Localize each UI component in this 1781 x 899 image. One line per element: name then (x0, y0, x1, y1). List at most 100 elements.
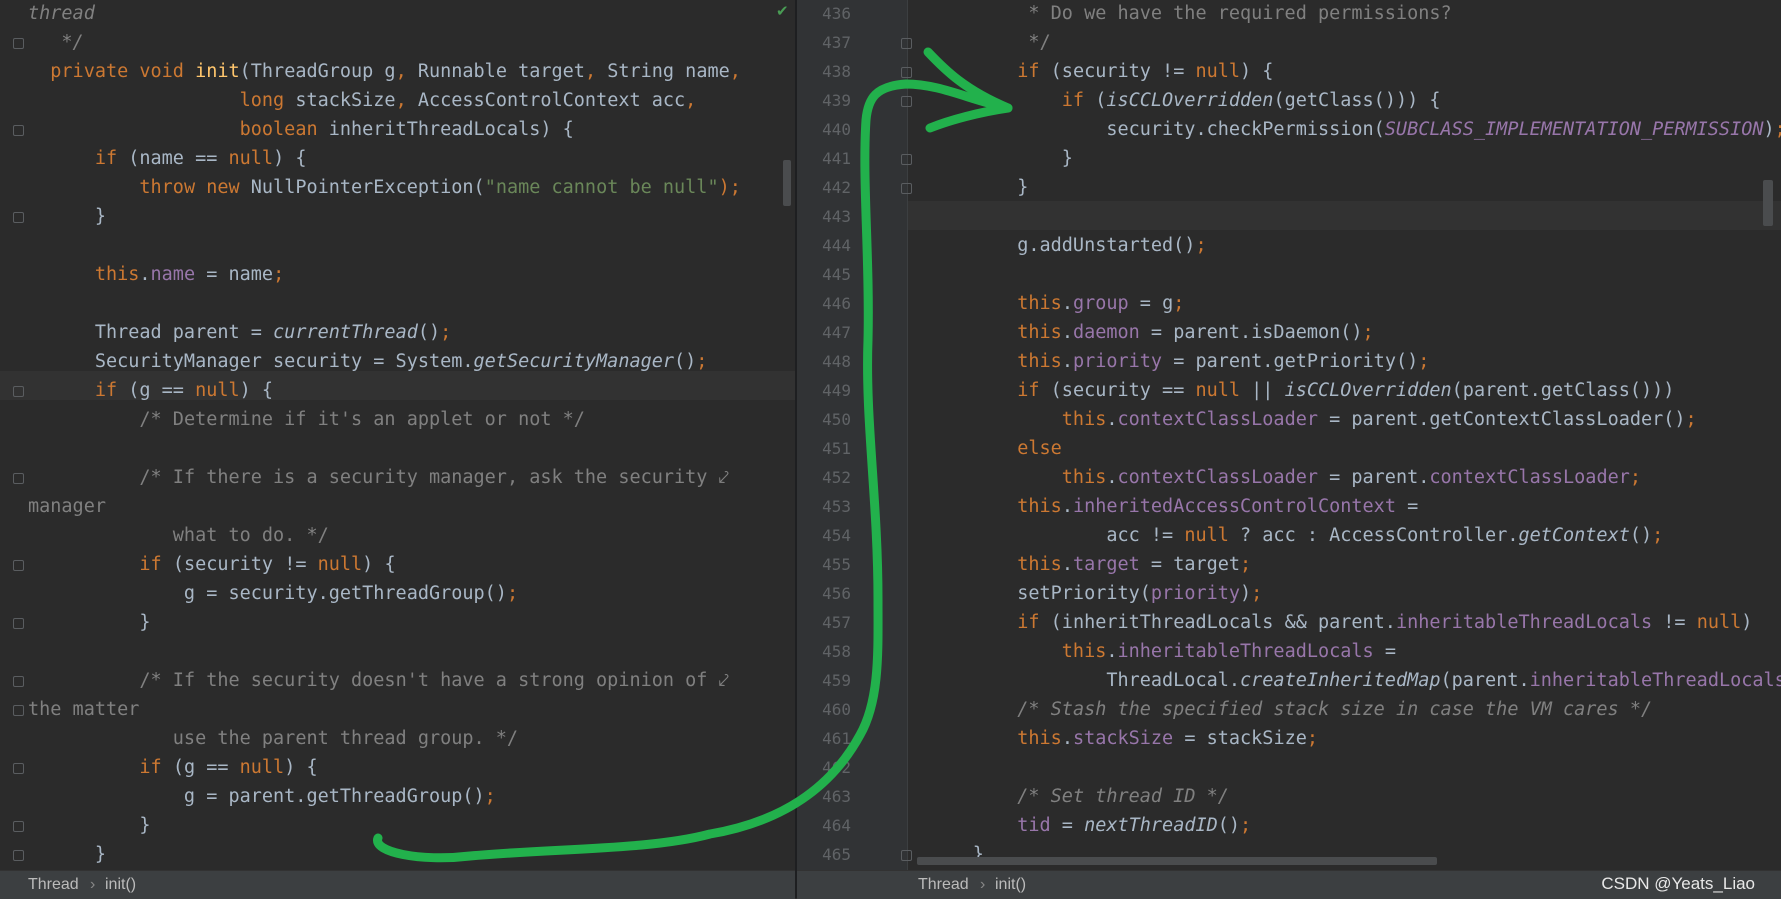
line-number[interactable]: 465 (805, 840, 851, 869)
fold-marker-icon[interactable] (901, 38, 912, 49)
code-line[interactable]: } (917, 144, 1073, 173)
code-line[interactable]: if (security != null) { (28, 550, 395, 579)
fold-marker-icon[interactable] (13, 473, 24, 484)
line-number[interactable]: 447 (805, 318, 851, 347)
fold-marker-icon[interactable] (13, 560, 24, 571)
inspection-ok-icon[interactable]: ✔ (776, 2, 789, 20)
code-line[interactable]: long stackSize, AccessControlContext acc… (28, 86, 697, 115)
code-line[interactable]: if (isCCLOverridden(getClass())) { (917, 86, 1441, 115)
code-line[interactable]: thread (28, 0, 95, 28)
fold-marker-icon[interactable] (13, 705, 24, 716)
line-number[interactable]: 454 (805, 521, 851, 550)
code-line[interactable]: this.priority = parent.getPriority(); (917, 347, 1429, 376)
line-number[interactable]: 440 (805, 115, 851, 144)
line-number[interactable]: 450 (805, 405, 851, 434)
code-line[interactable]: } (28, 608, 150, 637)
fold-marker-icon[interactable] (901, 154, 912, 165)
left-scrollbar-thumb[interactable] (783, 160, 791, 206)
code-line[interactable]: /* Determine if it's an applet or not */ (28, 405, 585, 434)
fold-marker-icon[interactable] (13, 850, 24, 861)
code-line[interactable]: g.addUnstarted(); (917, 231, 1206, 260)
line-number[interactable]: 449 (805, 376, 851, 405)
line-number[interactable]: 439 (805, 86, 851, 115)
code-line[interactable]: what to do. */ (28, 521, 329, 550)
line-number[interactable]: 443 (805, 202, 851, 231)
code-line[interactable]: manager (28, 492, 106, 521)
line-number[interactable]: 463 (805, 782, 851, 811)
line-number[interactable]: 445 (805, 260, 851, 289)
line-number[interactable]: 455 (805, 550, 851, 579)
line-number[interactable]: 448 (805, 347, 851, 376)
code-line[interactable]: if (g == null) { (28, 376, 273, 405)
code-line[interactable]: this.target = target; (917, 550, 1251, 579)
line-number[interactable]: 446 (805, 289, 851, 318)
code-line[interactable]: security.checkPermission(SUBCLASS_IMPLEM… (917, 115, 1781, 144)
code-line[interactable]: ThreadLocal.createInheritedMap(parent.in… (917, 666, 1781, 695)
line-number[interactable]: 460 (805, 695, 851, 724)
fold-marker-icon[interactable] (13, 212, 24, 223)
fold-marker-icon[interactable] (13, 676, 24, 687)
code-line[interactable]: */ (917, 28, 1050, 57)
code-line[interactable]: /* If the security doesn't have a strong… (28, 666, 729, 695)
fold-marker-icon[interactable] (901, 183, 912, 194)
breadcrumb-method[interactable]: init() (105, 871, 136, 899)
line-number[interactable]: 444 (805, 231, 851, 260)
code-line[interactable]: setPriority(priority); (917, 579, 1262, 608)
breadcrumb-class[interactable]: Thread (918, 871, 969, 899)
line-number[interactable]: 438 (805, 57, 851, 86)
line-number[interactable]: 456 (805, 579, 851, 608)
code-line[interactable]: this.inheritableThreadLocals = (917, 637, 1396, 666)
breadcrumb-method[interactable]: init() (995, 871, 1026, 899)
line-number[interactable]: 442 (805, 173, 851, 202)
code-line[interactable]: g = parent.getThreadGroup(); (28, 782, 496, 811)
fold-marker-icon[interactable] (13, 763, 24, 774)
code-line[interactable]: if (inheritThreadLocals && parent.inheri… (917, 608, 1752, 637)
fold-marker-icon[interactable] (13, 125, 24, 136)
code-line[interactable]: Thread parent = currentThread(); (28, 318, 451, 347)
code-line[interactable]: if (security != null) { (917, 57, 1273, 86)
line-number[interactable]: 462 (805, 753, 851, 782)
line-number[interactable]: 459 (805, 666, 851, 695)
code-line[interactable]: g = security.getThreadGroup(); (28, 579, 518, 608)
code-line[interactable]: this.name = name; (28, 260, 284, 289)
code-line[interactable]: /* If there is a security manager, ask t… (28, 463, 729, 492)
code-line[interactable]: this.contextClassLoader = parent.context… (917, 463, 1641, 492)
code-line[interactable]: if (name == null) { (28, 144, 307, 173)
line-number[interactable]: 464 (805, 811, 851, 840)
code-line[interactable]: tid = nextThreadID(); (917, 811, 1251, 840)
fold-marker-icon[interactable] (13, 821, 24, 832)
fold-marker-icon[interactable] (13, 386, 24, 397)
code-line[interactable]: if (g == null) { (28, 753, 317, 782)
code-line[interactable]: */ (28, 28, 83, 57)
fold-marker-icon[interactable] (901, 850, 912, 861)
code-line[interactable]: } (917, 173, 1028, 202)
code-line[interactable]: * Do we have the required permissions? (917, 0, 1451, 28)
code-line[interactable]: /* Set thread ID */ (917, 782, 1229, 811)
code-line[interactable]: } (28, 811, 150, 840)
code-line[interactable]: this.inheritedAccessControlContext = (917, 492, 1418, 521)
line-number[interactable]: 461 (805, 724, 851, 753)
code-line[interactable]: private void init(ThreadGroup g, Runnabl… (28, 57, 741, 86)
line-number[interactable]: 451 (805, 434, 851, 463)
line-number[interactable]: 457 (805, 608, 851, 637)
code-line[interactable]: boolean inheritThreadLocals) { (28, 115, 574, 144)
breadcrumb-class[interactable]: Thread (28, 871, 79, 899)
code-line[interactable]: this.contextClassLoader = parent.getCont… (917, 405, 1697, 434)
fold-marker-icon[interactable] (901, 67, 912, 78)
right-editor-pane[interactable]: 436 437 438 439 440 441 442 443 444 445 446 447 448 4… (797, 0, 1781, 870)
code-line[interactable]: use the parent thread group. */ (28, 724, 518, 753)
left-editor-pane[interactable]: thread */ private void init(ThreadGroup … (0, 0, 795, 870)
code-line[interactable]: SecurityManager security = System.getSec… (28, 347, 708, 376)
code-line[interactable]: else (917, 434, 1062, 463)
code-line[interactable]: acc != null ? acc : AccessController.get… (917, 521, 1663, 550)
line-number[interactable]: 437 (805, 28, 851, 57)
fold-marker-icon[interactable] (13, 38, 24, 49)
fold-marker-icon[interactable] (13, 618, 24, 629)
fold-marker-icon[interactable] (901, 96, 912, 107)
code-line[interactable]: if (security == null || isCCLOverridden(… (917, 376, 1674, 405)
code-line[interactable]: throw new NullPointerException("name can… (28, 173, 740, 202)
right-hscrollbar-thumb[interactable] (917, 857, 1437, 865)
code-line[interactable]: this.daemon = parent.isDaemon(); (917, 318, 1373, 347)
line-number[interactable]: 441 (805, 144, 851, 173)
code-line[interactable]: } (28, 840, 106, 869)
